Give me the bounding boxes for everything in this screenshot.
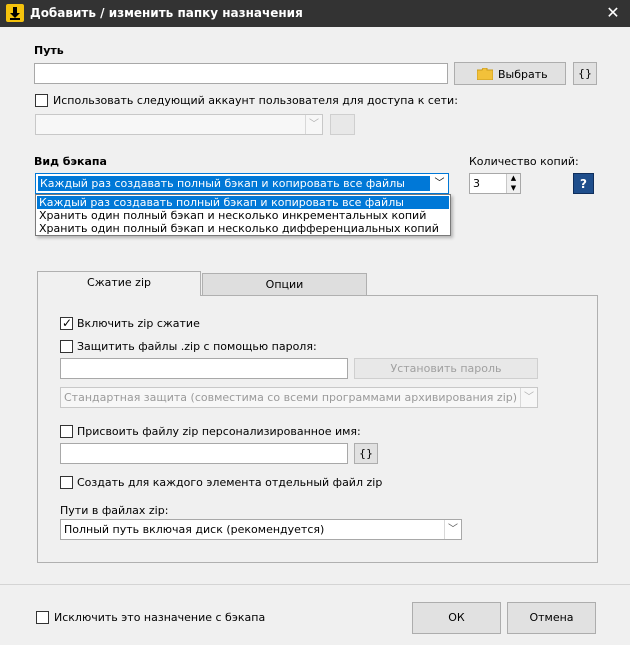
- network-account-select[interactable]: ﹀: [35, 114, 323, 135]
- chevron-down-icon: ﹀: [444, 520, 461, 539]
- folder-icon: [476, 67, 494, 83]
- password-input[interactable]: [60, 358, 348, 379]
- tab-zip-compression[interactable]: Сжатие zip: [37, 271, 201, 296]
- network-account-label: Использовать следующий аккаунт пользоват…: [53, 94, 458, 107]
- footer-divider: [0, 584, 630, 585]
- cancel-button[interactable]: Отмена: [507, 602, 596, 634]
- custom-name-input[interactable]: [60, 443, 348, 464]
- path-label: Путь: [34, 44, 64, 57]
- window-title: Добавить / изменить папку назначения: [30, 6, 303, 20]
- custom-name-label: Присвоить файлу zip персонализированное …: [77, 425, 361, 438]
- backup-type-option-full[interactable]: Каждый раз создавать полный бэкап и копи…: [37, 196, 449, 209]
- protect-password-label: Защитить файлы .zip с помощью пароля:: [77, 340, 317, 353]
- copies-stepper[interactable]: 3 ▲ ▼: [469, 173, 521, 194]
- network-account-edit-button[interactable]: [330, 114, 355, 135]
- copies-value: 3: [473, 177, 480, 190]
- zip-paths-selected-value: Полный путь включая диск (рекомендуется): [64, 523, 325, 536]
- zip-paths-select[interactable]: Полный путь включая диск (рекомендуется)…: [60, 519, 462, 540]
- backup-type-option-incremental[interactable]: Хранить один полный бэкап и несколько ин…: [37, 209, 449, 222]
- exclude-destination-label: Исключить это назначение с бэкапа: [54, 611, 266, 624]
- ok-button[interactable]: ОК: [412, 602, 501, 634]
- separate-zip-label: Создать для каждого элемента отдельный ф…: [77, 476, 383, 489]
- set-password-button[interactable]: Установить пароль: [354, 358, 538, 379]
- copies-stepper-arrows[interactable]: ▲ ▼: [506, 174, 520, 193]
- chevron-down-icon: ﹀: [305, 115, 322, 134]
- path-input[interactable]: [34, 63, 448, 84]
- backup-type-selected-value: Каждый раз создавать полный бэкап и копи…: [38, 176, 430, 191]
- exclude-destination-checkbox[interactable]: [36, 611, 49, 624]
- backup-type-dropdown-list: Каждый раз создавать полный бэкап и копи…: [35, 194, 451, 236]
- chevron-down-icon: ﹀: [434, 178, 445, 189]
- browse-button[interactable]: Выбрать: [454, 62, 566, 85]
- close-icon[interactable]: ✕: [604, 3, 622, 23]
- checkmark-icon: ✓: [62, 316, 73, 330]
- network-account-checkbox[interactable]: [35, 94, 48, 107]
- path-variables-button[interactable]: {}: [573, 62, 597, 85]
- backup-type-label: Вид бэкапа: [34, 155, 107, 168]
- custom-name-variables-button[interactable]: {}: [354, 443, 378, 464]
- zip-paths-label: Пути в файлах zip:: [60, 504, 169, 517]
- copies-label: Количество копий:: [469, 155, 579, 168]
- encryption-selected-value: Стандартная защита (совместима со всеми …: [64, 391, 518, 404]
- browse-button-label: Выбрать: [498, 68, 548, 81]
- tab-options[interactable]: Опции: [202, 273, 367, 296]
- arrow-down-icon[interactable]: ▼: [507, 184, 520, 194]
- backup-type-select[interactable]: Каждый раз создавать полный бэкап и копи…: [35, 173, 449, 194]
- app-download-icon: [6, 4, 24, 22]
- protect-password-checkbox[interactable]: [60, 340, 73, 353]
- tab-panel-joint: [38, 295, 200, 297]
- enable-zip-checkbox[interactable]: ✓: [60, 316, 73, 330]
- title-bar: Добавить / изменить папку назначения ✕: [0, 0, 630, 27]
- backup-type-option-differential[interactable]: Хранить один полный бэкап и несколько ди…: [37, 222, 449, 235]
- chevron-down-icon: ﹀: [520, 388, 537, 407]
- enable-zip-label: Включить zip сжатие: [77, 317, 200, 330]
- separate-zip-checkbox[interactable]: [60, 476, 73, 489]
- help-button[interactable]: ?: [573, 173, 594, 194]
- arrow-up-icon[interactable]: ▲: [507, 174, 520, 184]
- encryption-select[interactable]: Стандартная защита (совместима со всеми …: [60, 387, 538, 408]
- custom-name-checkbox[interactable]: [60, 425, 73, 438]
